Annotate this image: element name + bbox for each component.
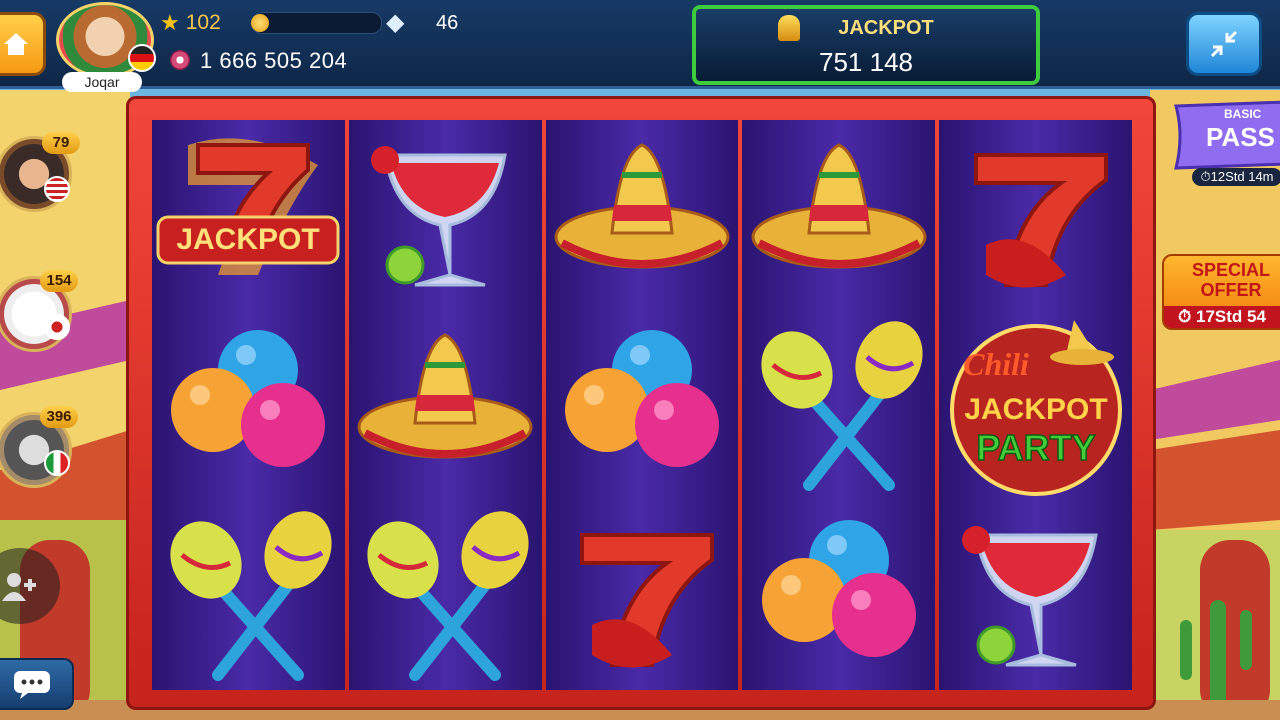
gem-count: 46 bbox=[436, 12, 459, 34]
margarita-symbol bbox=[350, 121, 540, 309]
collapse-button[interactable] bbox=[1186, 12, 1262, 76]
party-text: PARTY bbox=[976, 427, 1095, 468]
reel-4 bbox=[742, 120, 936, 690]
sombrero-symbol bbox=[744, 121, 934, 309]
side-player-1-level: 79 bbox=[42, 132, 80, 154]
chat-bubble-icon bbox=[14, 671, 50, 699]
margarita-icon bbox=[961, 526, 1098, 667]
slot-reels[interactable]: JACKPOT Chili JACKPOT PARTY bbox=[152, 120, 1132, 690]
reel-1: JACKPOT bbox=[152, 120, 345, 690]
sombrero-symbol bbox=[350, 311, 540, 499]
jackpot-panel: JACKPOT 751 148 bbox=[692, 5, 1040, 85]
clock-icon: ⏱ bbox=[1200, 169, 1211, 184]
red-seven-icon bbox=[973, 153, 1108, 288]
italy-flag-icon bbox=[44, 450, 70, 476]
side-player-2-level: 154 bbox=[40, 270, 78, 292]
coin-balance: 1 666 505 204 bbox=[200, 48, 348, 73]
side-player-3-level: 396 bbox=[40, 406, 78, 428]
xp-progress-bar bbox=[251, 12, 382, 34]
red-seven-symbol bbox=[941, 121, 1131, 309]
diamond-icon: ◆ bbox=[386, 9, 405, 36]
reel-2 bbox=[348, 120, 542, 690]
clock-icon: ⏱ bbox=[1178, 307, 1196, 326]
player-level: ★ 102 bbox=[160, 10, 221, 36]
jackpot-seven-icon: JACKPOT bbox=[156, 138, 340, 275]
japan-flag-icon bbox=[44, 314, 70, 340]
reel-5: Chili JACKPOT PARTY bbox=[939, 120, 1132, 690]
maracas-icon bbox=[367, 511, 529, 681]
maracas-icon bbox=[170, 511, 332, 681]
pass-timer: ⏱12Std 14m bbox=[1192, 168, 1280, 186]
jackpot-value: 751 148 bbox=[819, 47, 913, 77]
reel-3 bbox=[545, 120, 739, 690]
sombrero-symbol bbox=[547, 121, 737, 309]
special-offer-button[interactable]: SPECIAL OFFER ⏱ 17Std 54 bbox=[1162, 254, 1280, 330]
balloons-symbol bbox=[153, 311, 343, 499]
balloons-symbol bbox=[547, 311, 737, 499]
jackpot-seven-symbol: JACKPOT bbox=[153, 121, 343, 309]
star-icon: ★ bbox=[160, 10, 180, 35]
pass-timer-text: 12Std 14m bbox=[1210, 169, 1274, 184]
chili-jackpot-party-icon: Chili JACKPOT PARTY bbox=[949, 320, 1122, 496]
balloons-icon bbox=[171, 330, 326, 467]
pass-label-small: BASIC bbox=[1224, 107, 1262, 121]
player-name: Joqar bbox=[62, 72, 142, 92]
jackpot-title: JACKPOT bbox=[838, 17, 934, 39]
sombrero-icon bbox=[751, 143, 927, 269]
top-bar: Joqar ★ 102 ◆ 46 1 666 505 204 JACKPOT 7… bbox=[0, 0, 1280, 92]
red-seven-symbol bbox=[547, 501, 737, 689]
sombrero-icon bbox=[554, 143, 730, 269]
pass-label-big: PASS bbox=[1206, 122, 1275, 152]
special-offer-label: SPECIAL OFFER bbox=[1191, 260, 1270, 300]
maracas-symbol bbox=[744, 311, 934, 499]
red-seven-icon bbox=[579, 533, 714, 668]
add-friend-icon bbox=[2, 573, 36, 601]
collapse-arrows-icon bbox=[1210, 30, 1238, 58]
balloons-icon bbox=[564, 330, 719, 467]
maracas-symbol bbox=[350, 501, 540, 689]
chili-text: Chili bbox=[963, 346, 1029, 382]
margarita-icon bbox=[371, 146, 507, 287]
chili-jackpot-text: JACKPOT bbox=[964, 393, 1107, 426]
margarita-symbol bbox=[941, 501, 1131, 689]
chip-icon bbox=[170, 50, 190, 70]
chili-jackpot-party-symbol: Chili JACKPOT PARTY bbox=[941, 311, 1131, 499]
home-button[interactable] bbox=[0, 12, 46, 76]
coin-icon bbox=[251, 14, 269, 32]
offer-timer: ⏱ 17Std 54 bbox=[1164, 306, 1280, 328]
home-icon bbox=[4, 33, 28, 55]
balloons-symbol bbox=[744, 501, 934, 689]
balloons-icon bbox=[761, 520, 916, 657]
level-value: 102 bbox=[185, 11, 221, 34]
offer-timer-text: 17Std 54 bbox=[1195, 307, 1266, 326]
jackpot-symbol-text: JACKPOT bbox=[177, 223, 320, 256]
maracas-symbol bbox=[153, 501, 343, 689]
germany-flag-icon bbox=[128, 44, 156, 72]
usa-flag-icon bbox=[44, 176, 70, 202]
sombrero-icon bbox=[357, 333, 533, 459]
chat-button[interactable] bbox=[0, 658, 74, 710]
maracas-icon bbox=[761, 321, 923, 491]
